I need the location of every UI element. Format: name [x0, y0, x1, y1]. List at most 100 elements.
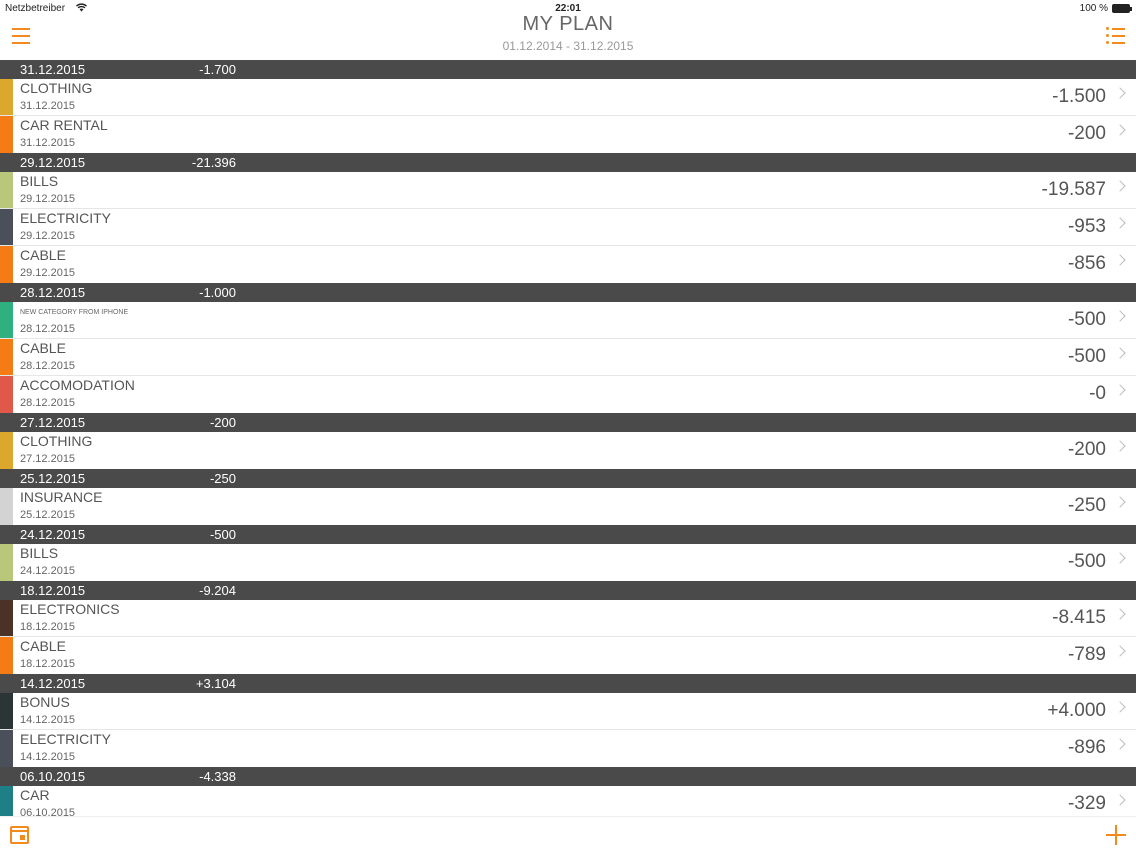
entry-date: 29.12.2015: [20, 193, 76, 205]
section-header: 31.12.2015 -1.700: [0, 60, 1136, 79]
entry-row[interactable]: BILLS 24.12.2015 -500: [0, 544, 1136, 581]
category-color-swatch: [0, 488, 13, 525]
chevron-right-icon: [1114, 440, 1126, 452]
entry-amount: -789: [1067, 644, 1106, 665]
entry-amount: -896: [1067, 737, 1106, 758]
chevron-right-icon: [1114, 180, 1126, 192]
entry-row[interactable]: CLOTHING 27.12.2015 -200: [0, 432, 1136, 469]
chevron-right-icon: [1114, 124, 1126, 136]
category-color-swatch: [0, 432, 13, 469]
section-date: 28.12.2015: [20, 285, 86, 300]
section-header: 29.12.2015 -21.396: [0, 153, 1136, 172]
entry-list[interactable]: 31.12.2015 -1.700 CLOTHING 31.12.2015 -1.500…: [0, 60, 1136, 816]
category-name: CLOTHING: [20, 433, 93, 449]
entry-amount: -200: [1067, 439, 1106, 460]
section-date: 14.12.2015: [20, 676, 86, 691]
chevron-right-icon: [1114, 701, 1126, 713]
entry-row[interactable]: CABLE 29.12.2015 -856: [0, 246, 1136, 283]
section-total: +3.104: [195, 676, 236, 691]
section-header: 18.12.2015 -9.204: [0, 581, 1136, 600]
category-name: BILLS: [20, 545, 59, 561]
entry-date: 27.12.2015: [20, 453, 76, 465]
section-header: 06.10.2015 -4.338: [0, 767, 1136, 786]
entry-date: 18.12.2015: [20, 658, 76, 670]
section-date: 25.12.2015: [20, 471, 86, 486]
chevron-right-icon: [1114, 254, 1126, 266]
category-color-swatch: [0, 730, 13, 767]
category-color-swatch: [0, 600, 13, 636]
category-color-swatch: [0, 786, 13, 816]
entry-date: 29.12.2015: [20, 267, 76, 279]
category-name: INSURANCE: [20, 489, 103, 505]
section-total: -4.338: [199, 769, 236, 784]
category-color-swatch: [0, 209, 13, 245]
category-name: CABLE: [20, 638, 66, 654]
entry-date: 31.12.2015: [20, 137, 76, 149]
chevron-right-icon: [1114, 738, 1126, 750]
section-header: 14.12.2015 +3.104: [0, 674, 1136, 693]
category-color-swatch: [0, 116, 13, 153]
calendar-icon[interactable]: [10, 826, 29, 844]
section-total: -200: [209, 415, 236, 430]
category-color-swatch: [0, 339, 13, 375]
section-total: -1.700: [199, 62, 236, 77]
category-name: CAR RENTAL: [20, 117, 108, 133]
entry-row[interactable]: CABLE 28.12.2015 -500: [0, 339, 1136, 376]
entry-amount: -329: [1067, 793, 1106, 814]
section-header: 25.12.2015 -250: [0, 469, 1136, 488]
entry-date: 28.12.2015: [20, 397, 76, 409]
entry-amount: -1.500: [1052, 86, 1106, 107]
section-date: 18.12.2015: [20, 583, 86, 598]
entry-amount: -500: [1067, 346, 1106, 367]
section-header: 28.12.2015 -1.000: [0, 283, 1136, 302]
entry-row[interactable]: BONUS 14.12.2015 +4.000: [0, 693, 1136, 730]
category-color-swatch: [0, 637, 13, 674]
entry-date: 28.12.2015: [20, 323, 76, 335]
entry-row[interactable]: ELECTRICITY 29.12.2015 -953: [0, 209, 1136, 246]
entry-row[interactable]: CABLE 18.12.2015 -789: [0, 637, 1136, 674]
category-name: CABLE: [20, 340, 66, 356]
category-color-swatch: [0, 376, 13, 413]
section-header: 27.12.2015 -200: [0, 413, 1136, 432]
entry-amount: -19.587: [1041, 179, 1106, 200]
entry-row[interactable]: BILLS 29.12.2015 -19.587: [0, 172, 1136, 209]
category-color-swatch: [0, 172, 13, 208]
entry-row[interactable]: CAR 06.10.2015 -329: [0, 786, 1136, 816]
entry-amount: -953: [1067, 216, 1106, 237]
category-color-swatch: [0, 544, 13, 581]
category-name: CABLE: [20, 247, 66, 263]
chevron-right-icon: [1114, 310, 1126, 322]
chevron-right-icon: [1114, 347, 1126, 359]
chevron-right-icon: [1114, 384, 1126, 396]
entry-date: 28.12.2015: [20, 360, 76, 372]
category-name: ACCOMODATION: [20, 377, 135, 393]
entry-row[interactable]: INSURANCE 25.12.2015 -250: [0, 488, 1136, 525]
list-view-icon[interactable]: [1106, 27, 1126, 45]
entry-row[interactable]: CLOTHING 31.12.2015 -1.500: [0, 79, 1136, 116]
section-date: 24.12.2015: [20, 527, 86, 542]
section-date: 29.12.2015: [20, 155, 86, 170]
entry-row[interactable]: ACCOMODATION 28.12.2015 -0: [0, 376, 1136, 413]
entry-date: 29.12.2015: [20, 230, 76, 242]
entry-date: 18.12.2015: [20, 621, 76, 633]
entry-date: 24.12.2015: [20, 565, 76, 577]
category-name: CAR: [20, 787, 50, 803]
entry-amount: -250: [1067, 495, 1106, 516]
entry-row[interactable]: NEW CATEGORY FROM IPHONE 28.12.2015 -500: [0, 302, 1136, 339]
section-date: 06.10.2015: [20, 769, 86, 784]
entry-amount: +4.000: [1047, 700, 1106, 721]
entry-date: 31.12.2015: [20, 100, 76, 112]
entry-row[interactable]: ELECTRICITY 14.12.2015 -896: [0, 730, 1136, 767]
section-total: -1.000: [199, 285, 236, 300]
category-name: ELECTRICITY: [20, 210, 112, 226]
category-color-swatch: [0, 302, 13, 338]
add-entry-icon[interactable]: [1106, 825, 1126, 845]
entry-amount: -856: [1067, 253, 1106, 274]
entry-row[interactable]: ELECTRONICS 18.12.2015 -8.415: [0, 600, 1136, 637]
chevron-right-icon: [1114, 645, 1126, 657]
category-name: NEW CATEGORY FROM IPHONE: [20, 309, 129, 316]
entry-row[interactable]: CAR RENTAL 31.12.2015 -200: [0, 116, 1136, 153]
category-color-swatch: [0, 246, 13, 283]
section-header: 24.12.2015 -500: [0, 525, 1136, 544]
section-total: -21.396: [191, 155, 236, 170]
